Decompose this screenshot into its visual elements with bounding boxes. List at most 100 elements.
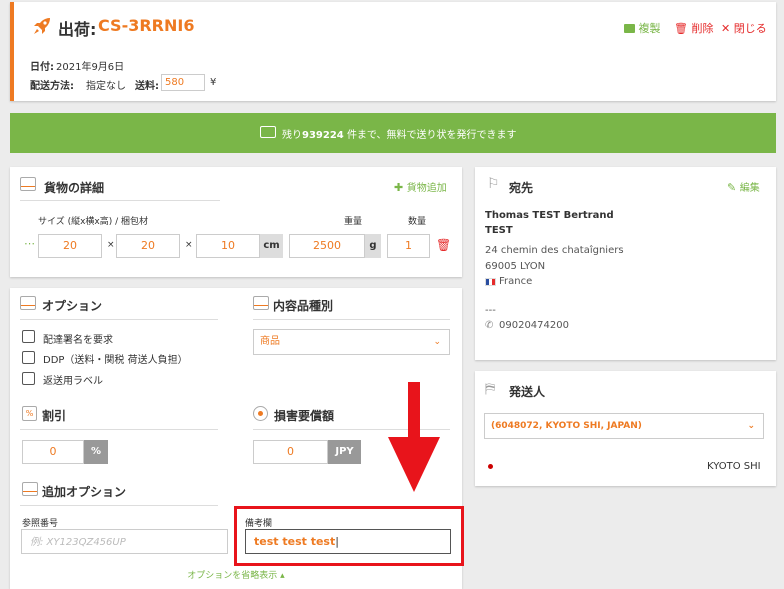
page-title-prefix: 出荷: xyxy=(58,20,97,39)
insurance-title: 損害要償額 xyxy=(274,409,335,423)
truck-icon xyxy=(260,126,276,138)
remarks-label: 備考欄 xyxy=(245,519,273,529)
free-label-banner: 残り939224 件まで、無料で送り状を発行できます xyxy=(10,113,776,153)
cargo-title: 貨物の詳細 xyxy=(44,181,105,195)
recipient-icon: ⚐ xyxy=(487,176,500,192)
shipping-fee-input[interactable]: 580 xyxy=(161,74,205,91)
box-icon xyxy=(253,296,269,310)
extra-options-title: 追加オプション xyxy=(42,485,127,499)
annotation-arrow xyxy=(388,382,440,492)
edit-recipient-button[interactable]: ✎ 編集 xyxy=(727,179,760,194)
banner-count: 939224 xyxy=(302,130,344,141)
delete-cargo-trash-icon[interactable]: 🗑 xyxy=(436,238,451,252)
times-sign: × xyxy=(107,240,115,250)
sender-status-dot xyxy=(488,464,493,469)
content-type-value: 商品 xyxy=(260,336,280,347)
signature-checkbox[interactable] xyxy=(22,330,35,343)
options-title: オプション xyxy=(42,299,103,313)
insurance-unit: JPY xyxy=(328,440,361,464)
options-divider xyxy=(20,319,218,320)
recipient-title: 宛先 xyxy=(509,181,534,195)
box-icon xyxy=(20,177,36,191)
banner-suffix: 件まで、無料で送り状を発行できます xyxy=(346,130,517,141)
times-sign: × xyxy=(185,240,193,250)
content-type-select[interactable]: 商品 ⌄ xyxy=(253,329,450,355)
copy-label: 複製 xyxy=(638,22,661,35)
cargo-divider xyxy=(20,200,220,201)
percent-icon: % xyxy=(22,406,37,421)
shipping-method-label: 配送方法: xyxy=(30,81,74,92)
date-label: 日付: xyxy=(30,62,54,73)
copy-button[interactable]: 複製 xyxy=(624,20,661,36)
discount-input[interactable]: 0 xyxy=(22,440,84,464)
sender-card: ⛿ 発送人 (6048072, KYOTO SHI, JAPAN) ⌄ KYOT… xyxy=(475,371,776,486)
ddp-checkbox[interactable] xyxy=(22,351,35,364)
recipient-address-line2: 69005 LYON xyxy=(485,261,546,272)
delete-button[interactable]: 🗑 削除 xyxy=(674,20,713,36)
remarks-input[interactable]: test test test| xyxy=(245,529,451,554)
discount-title: 割引 xyxy=(42,409,67,423)
discount-divider xyxy=(20,429,218,430)
edit-label: 編集 xyxy=(739,183,760,194)
weight-unit: g xyxy=(365,234,381,258)
sender-title: 発送人 xyxy=(509,385,546,399)
remarks-value: test test test xyxy=(254,535,336,548)
return-label-option-label: 返送用ラベル xyxy=(43,376,103,387)
discount-unit: % xyxy=(84,440,108,464)
chevron-down-icon: ⌄ xyxy=(433,337,441,347)
box-icon xyxy=(20,296,36,310)
cargo-details-card: 貨物の詳細 ✚ 貨物追加 サイズ (縦x横x高) / 梱包材 重量 数量 ⋯ 2… xyxy=(10,167,462,277)
sender-select-value: (6048072, KYOTO SHI, JAPAN) xyxy=(491,421,642,431)
collapse-options-label: オプションを省略表示 xyxy=(187,571,278,581)
rocket-icon xyxy=(34,18,50,34)
quantity-input[interactable]: 1 xyxy=(387,234,430,258)
map-icon: ⛿ xyxy=(485,381,496,397)
box-icon xyxy=(22,482,38,496)
sender-select[interactable]: (6048072, KYOTO SHI, JAPAN) ⌄ xyxy=(484,413,764,439)
date-value: 2021年9月6日 xyxy=(56,62,125,73)
insurance-icon xyxy=(253,406,268,421)
shipment-header: 出荷: CS-3RRNI6 複製 🗑 削除 ✕ 閉じる 日付: 2021年9月6… xyxy=(10,2,776,101)
shipment-id: CS-3RRNI6 xyxy=(98,16,195,35)
phone-icon: ✆ xyxy=(485,320,494,331)
weight-input[interactable]: 2500 xyxy=(289,234,365,258)
shipping-method-value: 指定なし xyxy=(86,81,126,92)
close-icon: ✕ xyxy=(721,22,731,35)
width-input[interactable]: 20 xyxy=(116,234,180,258)
banner-prefix: 残り xyxy=(282,130,302,141)
qty-label: 数量 xyxy=(408,217,427,227)
fee-currency: ¥ xyxy=(210,77,217,88)
size-label: サイズ (縦x横x高) / 梱包材 xyxy=(38,217,149,227)
content-type-title: 内容品種別 xyxy=(273,299,334,313)
add-cargo-button[interactable]: ✚ 貨物追加 xyxy=(394,179,447,194)
shipping-fee-label: 送料: xyxy=(135,81,159,92)
length-input[interactable]: 20 xyxy=(38,234,102,258)
recipient-country: France xyxy=(499,276,533,287)
reference-input[interactable]: 例: XY123QZ456UP xyxy=(21,529,228,554)
recipient-company: TEST xyxy=(485,225,513,236)
signature-option-label: 配達署名を要求 xyxy=(43,335,113,346)
delete-label: 削除 xyxy=(691,22,714,35)
plus-icon: ✚ xyxy=(394,181,404,194)
height-input[interactable]: 10 xyxy=(196,234,260,258)
sender-city: KYOTO SHI xyxy=(707,461,761,472)
reference-placeholder: 例: XY123QZ456UP xyxy=(30,537,126,548)
chevron-down-icon: ⌄ xyxy=(747,421,755,431)
add-cargo-label: 貨物追加 xyxy=(406,183,447,194)
content-type-divider xyxy=(253,319,450,320)
recipient-name: Thomas TEST Bertrand xyxy=(485,210,614,221)
recipient-dashes: --- xyxy=(485,305,496,316)
return-label-checkbox[interactable] xyxy=(22,372,35,385)
recipient-card: ⚐ 宛先 ✎ 編集 Thomas TEST Bertrand TEST 24 c… xyxy=(475,167,776,360)
copy-icon xyxy=(624,24,635,33)
drag-handle-icon[interactable]: ⋯ xyxy=(24,237,35,250)
pencil-icon: ✎ xyxy=(727,181,737,194)
ddp-option-label: DDP（送料・関税 荷送人負担） xyxy=(43,355,188,366)
trash-icon: 🗑 xyxy=(674,22,688,35)
insurance-input[interactable]: 0 xyxy=(253,440,328,464)
collapse-options-link[interactable]: オプションを省略表示 ▴ xyxy=(10,568,462,581)
close-button[interactable]: ✕ 閉じる xyxy=(721,20,767,36)
reference-label: 参照番号 xyxy=(22,519,59,529)
extra-options-divider xyxy=(20,505,218,506)
recipient-phone: 09020474200 xyxy=(499,320,569,331)
